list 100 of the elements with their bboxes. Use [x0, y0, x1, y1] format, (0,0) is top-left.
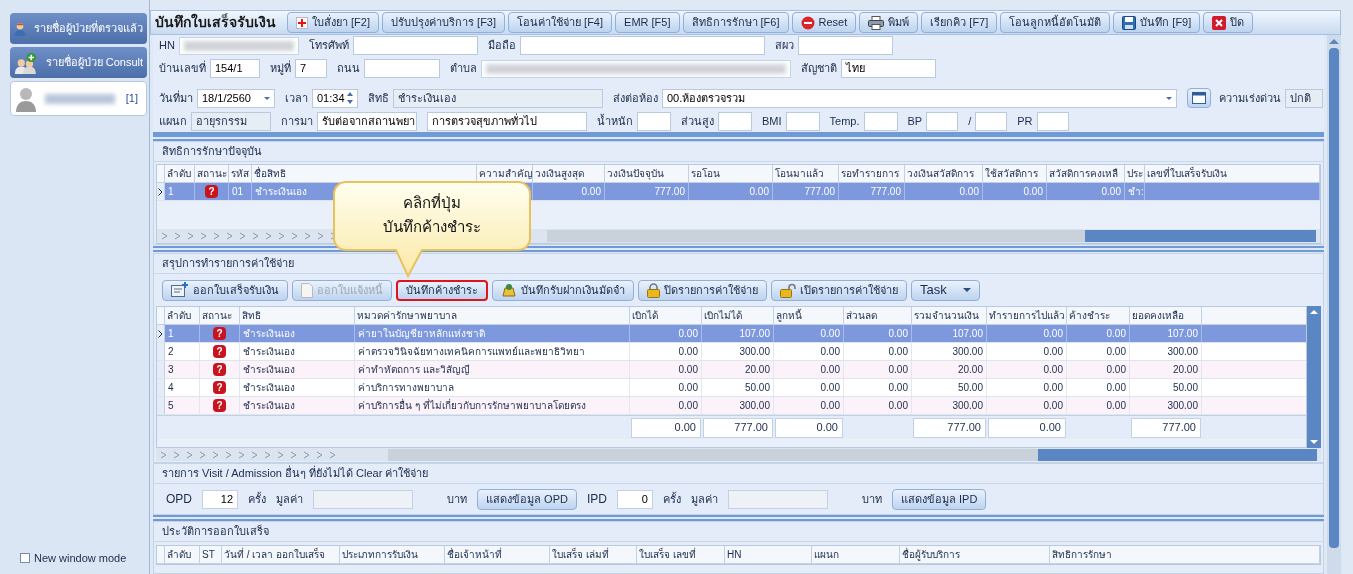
column-header[interactable]: วงเงินปัจจุบัน	[605, 165, 689, 182]
input-field[interactable]	[718, 112, 752, 131]
input-field[interactable]: รับต่อจากสถานพยา	[317, 112, 417, 131]
table-cell-text: 300.00	[952, 345, 983, 359]
column-header[interactable]: ST	[200, 546, 222, 563]
table-cell-text: ค่าทำหัตถการ และวิสัญญี	[358, 363, 470, 377]
input-field[interactable]	[863, 112, 898, 131]
column-header[interactable]: วันที่ / เวลา ออกใบเสร็จ	[222, 546, 340, 563]
column-header[interactable]: สิทธิการรักษา	[1050, 546, 1320, 563]
input-field[interactable]: การตรวจสุขภาพทั่วไป	[427, 112, 587, 131]
panel-title: รายการ Visit / Admission อื่นๆ ที่ยังไม่ได้ Clear ค่าใช้จ่าย	[162, 465, 429, 482]
column-header[interactable]: สวัสดิการคงเหลื	[1047, 165, 1125, 182]
table-cell-text: 0.00	[888, 399, 908, 413]
toolbar-button[interactable]: แสดงข้อมูล IPD	[891, 488, 987, 510]
row-header[interactable]	[157, 325, 165, 342]
column-header[interactable]: ใบเสร็จ เล่มที่	[550, 546, 637, 563]
toolbar-button[interactable]: ปิดรายการค่าใช้จ่าย	[638, 279, 767, 301]
toolbar-button[interactable]: บันทึก [F9]	[1113, 12, 1201, 33]
column-header[interactable]: สิทธิ	[240, 307, 355, 324]
column-header[interactable]: ประ	[1125, 165, 1145, 182]
status-icon: ?	[213, 381, 226, 394]
toolbar-button[interactable]: แสดงข้อมูล OPD	[477, 488, 577, 510]
horizontal-scrollbar[interactable]	[547, 230, 1316, 242]
input-field[interactable]: 7	[295, 59, 327, 78]
toolbar-button[interactable]: เปิดรายการค่าใช้จ่าย	[771, 279, 907, 301]
date-field[interactable]: 18/1/2560	[197, 88, 275, 108]
column-header[interactable]: เลขที่ใบเสร็จรับเงิน	[1145, 165, 1320, 182]
column-header[interactable]: แผนก	[812, 546, 900, 563]
table-row[interactable]: 1 ? ชำระเงินเอง ค่ายาในบัญชียาหลักแห่งชาติ 0.00 107.00 0.00 0.00 107.00 0.00 0.00 107.00	[157, 325, 1306, 343]
column-header[interactable]: ยอดคงเหลือ	[1130, 307, 1202, 324]
calendar-button[interactable]	[1187, 88, 1211, 108]
toolbar-button[interactable]: เรียกคิว [F7]	[921, 12, 998, 33]
input-field[interactable]	[1036, 112, 1069, 131]
column-header[interactable]: ลำดับ	[165, 165, 195, 182]
column-header[interactable]: ชื่อเจ้าหน้าที่	[445, 546, 550, 563]
input-field[interactable]	[797, 36, 893, 55]
input-field[interactable]	[364, 59, 440, 78]
toolbar-button[interactable]: EMR [F5]	[615, 12, 680, 33]
sidebar-item[interactable]: [1]	[10, 81, 147, 116]
column-header[interactable]: เบิกไม่ได้	[702, 307, 774, 324]
input-field[interactable]	[637, 112, 671, 131]
toolbar-button[interactable]: บันทึกค้างชำระ	[396, 279, 488, 301]
toolbar-button[interactable]: ออกใบเสร็จรับเงิน	[162, 279, 288, 301]
column-header[interactable]: รอโอน	[689, 165, 773, 182]
column-header[interactable]: ประเภทการรับเงิน	[340, 546, 445, 563]
sidebar-item[interactable]: รายชื่อผู้ป่วยที่ตรวจแล้ว	[10, 13, 147, 44]
table-row[interactable]: 3 ? ชำระเงินเอง ค่าทำหัตถการ และวิสัญญี 0.00 20.00 0.00 0.00 20.00 0.00 0.00 20.00	[157, 361, 1306, 379]
column-header[interactable]: ใช้สวัสดิการ	[983, 165, 1047, 182]
column-header[interactable]: ทำรายการไปแล้ว	[987, 307, 1067, 324]
time-field[interactable]: 01:34	[312, 88, 358, 108]
column-header[interactable]: สถานะ	[200, 307, 240, 324]
table-cell-text: 300.00	[1167, 399, 1198, 413]
column-header[interactable]: HN	[725, 546, 812, 563]
toolbar-button[interactable]: ใบสั่งยา [F2]	[287, 12, 379, 33]
toolbar-button[interactable]: บันทึกรับฝากเงินมัดจำ	[492, 279, 634, 301]
column-header[interactable]: วงเงินสูงสุด	[533, 165, 605, 182]
combo-field[interactable]: 00.ห้องตรวจรวม	[662, 88, 1177, 108]
column-header[interactable]: วงเงินสวัสดิการ	[905, 165, 983, 182]
toolbar-button[interactable]: ปรับปรุงค่าบริการ [F3]	[382, 12, 506, 33]
column-header[interactable]: รอทำรายการ	[839, 165, 905, 182]
toolbar-button[interactable]: สิทธิการรักษา [F6]	[682, 12, 789, 33]
row-header[interactable]	[157, 183, 165, 200]
field-label: ความเร่งด่วน	[1219, 90, 1281, 106]
input-field[interactable]	[926, 112, 959, 131]
toolbar-button[interactable]: โอนลูกหนี้อัตโนมัติ	[1000, 12, 1111, 33]
column-header[interactable]: เบิกได้	[630, 307, 702, 324]
column-header[interactable]: ลำดับ	[165, 546, 200, 563]
table-cell-text: ค่าบริการทางพยาบาล	[358, 381, 454, 395]
column-header[interactable]: ใบเสร็จ เลขที่	[637, 546, 725, 563]
vertical-scrollbar[interactable]	[1327, 35, 1341, 574]
toolbar-button[interactable]: Reset	[791, 12, 857, 33]
column-header[interactable]: ลำดับ	[165, 307, 200, 324]
column-header[interactable]: สถานะ	[195, 165, 229, 182]
table-row[interactable]: 4 ? ชำระเงินเอง ค่าบริการทางพยาบาล 0.00 50.00 0.00 0.00 50.00 0.00 0.00 50.00	[157, 379, 1306, 397]
input-field[interactable]	[975, 112, 1008, 131]
column-header[interactable]: รวมจำนวนเงิน	[912, 307, 987, 324]
column-header[interactable]: ส่วนลด	[844, 307, 912, 324]
toolbar-button[interactable]: ปิด	[1203, 12, 1254, 33]
input-field[interactable]	[352, 36, 478, 55]
table-cell-text: 300.00	[1167, 345, 1198, 359]
table-cell-text: 4	[168, 381, 174, 395]
column-header[interactable]: รหัส	[229, 165, 252, 182]
sidebar-item[interactable]: รายชื่อผู้ป่วย Consult	[10, 47, 147, 78]
vertical-scrollbar[interactable]	[1307, 306, 1321, 448]
input-field[interactable]	[519, 36, 765, 55]
column-header[interactable]: ลูกหนี้	[774, 307, 844, 324]
input-field[interactable]	[785, 112, 820, 131]
toolbar-button[interactable]: พิมพ์	[859, 12, 919, 33]
column-header[interactable]: โอนมาแล้ว	[773, 165, 839, 182]
table-row[interactable]: 2 ? ชำระเงินเอง ค่าตรวจวินิจฉัยทางเทคนิคการแพทย์และพยาธิวิทยา 0.00 300.00 0.00 0.00 300.00 0.00 0.00 300.00	[157, 343, 1306, 361]
column-header[interactable]: ชื่อผู้รับบริการ	[900, 546, 1050, 563]
column-header[interactable]: หมวดค่ารักษาพยาบาล	[355, 307, 630, 324]
input-field[interactable]: 154/1	[210, 59, 260, 78]
task-dropdown[interactable]: Task	[911, 279, 980, 301]
toolbar-button[interactable]: โอนค่าใช้จ่าย [F4]	[508, 12, 613, 33]
input-field[interactable]: ไทย	[841, 59, 936, 78]
checkbox[interactable]	[20, 552, 30, 563]
table-row[interactable]: 5 ? ชำระเงินเอง ค่าบริการอื่น ๆ ที่ไม่เกี่ยวกับการรักษาพยาบาลโดยตรง 0.00 300.00 0.00 0.00 300.00 0.00 0.00 300.00	[157, 397, 1306, 415]
horizontal-scrollbar[interactable]	[388, 448, 1317, 461]
column-header[interactable]: ค้างชำระ	[1067, 307, 1130, 324]
